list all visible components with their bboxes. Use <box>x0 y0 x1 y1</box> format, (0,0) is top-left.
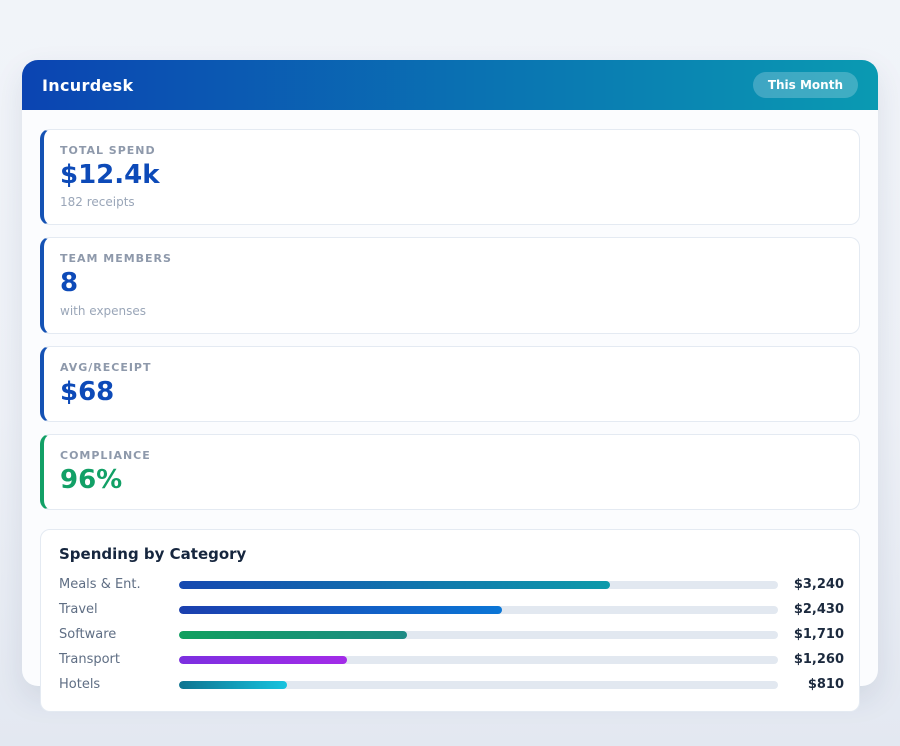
bar-track <box>179 631 778 639</box>
category-label: Transport <box>59 652 179 667</box>
panel-body: TOTAL SPEND $12.4k 182 receipts TEAM MEM… <box>22 110 878 730</box>
stat-value: $12.4k <box>60 162 841 189</box>
stat-card-team-members: TEAM MEMBERS 8 with expenses <box>40 237 860 333</box>
chart-title: Spending by Category <box>59 545 844 563</box>
app-header: Incurdesk This Month <box>22 60 878 110</box>
stat-card-avg-receipt: AVG/RECEIPT $68 <box>40 346 860 422</box>
category-label: Meals & Ent. <box>59 577 179 592</box>
stat-card-compliance: COMPLIANCE 96% <box>40 434 860 510</box>
app-panel: Incurdesk This Month TOTAL SPEND $12.4k … <box>22 60 878 686</box>
value-label: $3,240 <box>778 577 844 592</box>
stat-label: AVG/RECEIPT <box>60 361 841 374</box>
category-label: Software <box>59 627 179 642</box>
stat-card-total-spend: TOTAL SPEND $12.4k 182 receipts <box>40 129 860 225</box>
category-label: Travel <box>59 602 179 617</box>
bar-fill <box>179 681 287 689</box>
period-badge[interactable]: This Month <box>753 72 858 98</box>
value-label: $2,430 <box>778 602 844 617</box>
chart-row: Transport $1,260 <box>59 647 844 672</box>
stat-sub: 182 receipts <box>60 195 841 209</box>
chart-row: Meals & Ent. $3,240 <box>59 572 844 597</box>
stat-value: 96% <box>60 467 841 494</box>
bar-fill <box>179 631 407 639</box>
bar-fill <box>179 581 610 589</box>
bar-fill <box>179 606 502 614</box>
stat-sub: with expenses <box>60 304 841 318</box>
stat-label: TEAM MEMBERS <box>60 252 841 265</box>
bar-track <box>179 606 778 614</box>
bar-fill <box>179 656 347 664</box>
stat-label: TOTAL SPEND <box>60 144 841 157</box>
value-label: $1,710 <box>778 627 844 642</box>
stat-value: 8 <box>60 270 841 297</box>
value-label: $810 <box>778 677 844 692</box>
value-label: $1,260 <box>778 652 844 667</box>
bar-track <box>179 681 778 689</box>
stat-label: COMPLIANCE <box>60 449 841 462</box>
chart-rows: Meals & Ent. $3,240 Travel $2,430 Softwa… <box>59 572 844 697</box>
bar-track <box>179 581 778 589</box>
chart-row: Hotels $810 <box>59 672 844 697</box>
chart-row: Software $1,710 <box>59 622 844 647</box>
app-title: Incurdesk <box>42 76 133 95</box>
spending-by-category-card: Spending by Category Meals & Ent. $3,240… <box>40 529 860 712</box>
chart-row: Travel $2,430 <box>59 597 844 622</box>
bar-track <box>179 656 778 664</box>
stat-value: $68 <box>60 379 841 406</box>
category-label: Hotels <box>59 677 179 692</box>
